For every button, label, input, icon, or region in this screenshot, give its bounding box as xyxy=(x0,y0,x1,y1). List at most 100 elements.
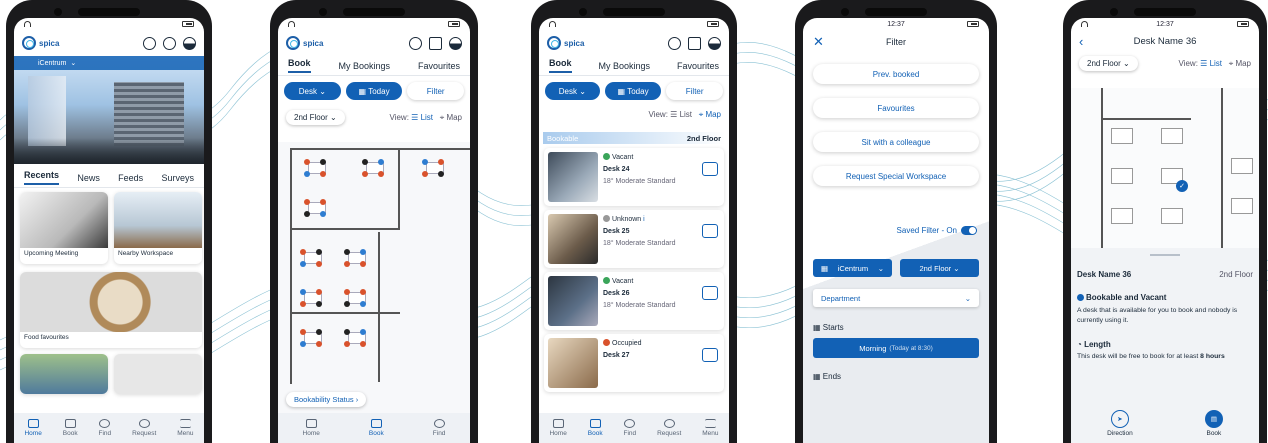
nav-book[interactable]: Book xyxy=(63,419,78,437)
nav-book[interactable]: Book xyxy=(588,419,603,437)
floor-plan-map[interactable]: Bookability Status › xyxy=(278,142,470,413)
desk-seat[interactable] xyxy=(362,171,368,177)
desk-seat[interactable] xyxy=(360,261,366,267)
desk-seat[interactable] xyxy=(360,249,366,255)
nav-menu[interactable]: Menu xyxy=(177,419,194,437)
desk-seat[interactable] xyxy=(300,261,306,267)
tab-favourites[interactable]: Favourites xyxy=(677,61,719,71)
desk-seat[interactable] xyxy=(300,249,306,255)
theme-icon[interactable] xyxy=(449,36,462,50)
desk-outline[interactable] xyxy=(1231,198,1253,214)
filter-button[interactable]: Filter xyxy=(407,82,465,100)
nav-home[interactable]: Home xyxy=(303,419,320,437)
desk-seat[interactable] xyxy=(360,301,366,307)
nav-menu[interactable]: Menu xyxy=(702,419,719,437)
nav-request[interactable]: Request xyxy=(132,419,156,437)
desk-outline[interactable] xyxy=(1161,128,1183,144)
desk-seat[interactable] xyxy=(360,289,366,295)
desk-seat[interactable] xyxy=(438,159,444,165)
desk-seat[interactable] xyxy=(316,249,322,255)
desk-seat[interactable] xyxy=(344,329,350,335)
department-select[interactable]: Department ⌄ xyxy=(813,289,979,308)
tile-photo-2[interactable] xyxy=(114,354,202,394)
nav-home[interactable]: Home xyxy=(24,419,42,437)
chat-icon[interactable] xyxy=(143,36,156,50)
list-view-toggle[interactable]: ☰ List xyxy=(1200,59,1222,68)
direction-button[interactable]: ➤ Direction xyxy=(1107,409,1133,437)
desk-seat[interactable] xyxy=(304,199,310,205)
desk-seat[interactable] xyxy=(344,301,350,307)
nav-request[interactable]: Request xyxy=(657,419,681,437)
tab-feeds[interactable]: Feeds xyxy=(118,173,143,183)
tab-my-bookings[interactable]: My Bookings xyxy=(598,61,650,71)
building-icon[interactable] xyxy=(429,36,442,50)
desk-seat[interactable] xyxy=(320,171,326,177)
desk-outline[interactable] xyxy=(1111,168,1133,184)
nav-find[interactable]: Find xyxy=(99,419,111,437)
desk-seat[interactable] xyxy=(422,159,428,165)
desk-seat[interactable] xyxy=(344,249,350,255)
desk-seat[interactable] xyxy=(344,261,350,267)
desk-seat[interactable] xyxy=(320,199,326,205)
tile-photo-1[interactable] xyxy=(20,354,108,394)
tab-book[interactable]: Book xyxy=(549,58,572,73)
desk-card[interactable]: Vacant Desk 26 18° Moderate Standard xyxy=(544,272,724,330)
nav-find[interactable]: Find xyxy=(433,419,445,437)
desk-seat[interactable] xyxy=(300,329,306,335)
list-view-toggle[interactable]: ☰ List xyxy=(670,110,692,119)
desk-seat[interactable] xyxy=(300,301,306,307)
desk-seat[interactable] xyxy=(300,289,306,295)
filter-button[interactable]: Filter xyxy=(666,82,723,100)
desk-card[interactable]: Vacant Desk 24 18° Moderate Standard xyxy=(544,148,724,206)
desk-seat[interactable] xyxy=(316,301,322,307)
bookability-status-button[interactable]: Bookability Status › xyxy=(286,392,367,407)
desk-outline[interactable] xyxy=(1111,128,1133,144)
tab-news[interactable]: News xyxy=(77,173,100,183)
sit-with-colleague-button[interactable]: Sit with a colleague xyxy=(813,132,979,152)
today-button[interactable]: ▦ Today xyxy=(604,82,662,100)
tab-surveys[interactable]: Surveys xyxy=(161,173,194,183)
desk-seat[interactable] xyxy=(304,159,310,165)
desk-card[interactable]: Unknown i Desk 25 18° Moderate Standard xyxy=(544,210,724,268)
desk-outline[interactable] xyxy=(1161,208,1183,224)
desk-type-button[interactable]: Desk ⌄ xyxy=(284,82,341,100)
back-icon[interactable]: ‹ xyxy=(1079,34,1083,49)
desk-seat[interactable] xyxy=(344,341,350,347)
tile-upcoming-meeting[interactable]: Upcoming Meeting xyxy=(20,192,108,264)
starts-select[interactable]: Morning (Today at 8:30) xyxy=(813,338,979,359)
desk-seat[interactable] xyxy=(344,289,350,295)
tab-recents[interactable]: Recents xyxy=(24,170,60,185)
desk-card[interactable]: Occupied Desk 27 xyxy=(544,334,724,392)
tab-book[interactable]: Book xyxy=(288,58,311,73)
map-view-toggle[interactable]: ⌖ Map xyxy=(440,113,462,122)
floor-select[interactable]: 2nd Floor ⌄ xyxy=(900,259,979,278)
book-desk-icon[interactable] xyxy=(702,162,718,176)
desk-seat[interactable] xyxy=(316,329,322,335)
chat-icon[interactable] xyxy=(409,36,422,50)
profile-icon[interactable] xyxy=(163,36,176,50)
tile-food-favourites[interactable]: Food favourites xyxy=(20,272,202,348)
desk-seat[interactable] xyxy=(320,159,326,165)
map-view-toggle[interactable]: ⌖ Map xyxy=(1229,59,1251,68)
list-view-toggle[interactable]: ☰ List xyxy=(411,113,433,122)
desk-seat[interactable] xyxy=(422,171,428,177)
theme-icon[interactable] xyxy=(183,36,196,50)
desk-seat[interactable] xyxy=(304,211,310,217)
desk-seat[interactable] xyxy=(438,171,444,177)
book-desk-icon[interactable] xyxy=(702,348,718,362)
nav-book[interactable]: Book xyxy=(369,419,384,437)
tab-my-bookings[interactable]: My Bookings xyxy=(338,61,390,71)
selected-desk-marker[interactable]: ✓ xyxy=(1176,180,1188,192)
tab-favourites[interactable]: Favourites xyxy=(418,61,460,71)
theme-icon[interactable] xyxy=(708,36,721,50)
desk-seat[interactable] xyxy=(362,159,368,165)
book-desk-icon[interactable] xyxy=(702,224,718,238)
desk-outline[interactable] xyxy=(1231,158,1253,174)
desk-seat[interactable] xyxy=(360,329,366,335)
desk-seat[interactable] xyxy=(300,341,306,347)
desk-type-button[interactable]: Desk ⌄ xyxy=(545,82,600,100)
saved-filter-toggle[interactable] xyxy=(961,226,977,236)
building-select[interactable]: ▦ iCentrum ⌄ xyxy=(813,259,892,278)
nav-home[interactable]: Home xyxy=(549,419,567,437)
nav-find[interactable]: Find xyxy=(624,419,636,437)
